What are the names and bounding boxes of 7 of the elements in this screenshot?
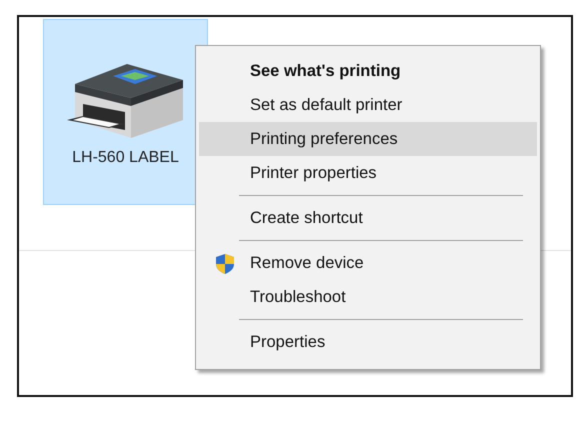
menu-item[interactable]: Printing preferences	[199, 122, 537, 156]
printer-label: LH-560 LABEL	[72, 148, 179, 168]
menu-item[interactable]: Troubleshoot	[199, 280, 537, 314]
shield-icon	[215, 253, 235, 275]
printer-tile[interactable]: LH-560 LABEL	[43, 19, 208, 205]
menu-item[interactable]: Properties	[199, 325, 537, 359]
menu-item[interactable]: Remove device	[199, 246, 537, 280]
